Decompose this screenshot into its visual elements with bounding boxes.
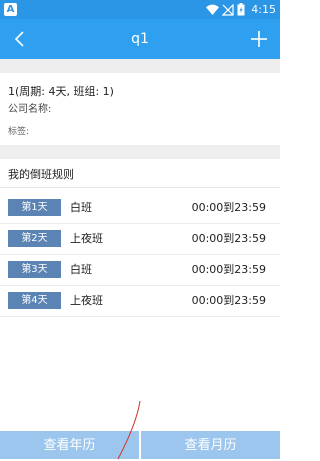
company-label: 公司名称: xyxy=(8,104,52,115)
clock-time: 4:15 xyxy=(251,3,276,16)
rule-row[interactable]: 第1天 白班 00:00到23:59 xyxy=(0,192,280,224)
bottom-bar: 查看年历 查看月历 xyxy=(0,431,280,459)
shift-time: 00:00到23:59 xyxy=(191,263,266,276)
wifi-icon xyxy=(206,4,220,15)
rule-row[interactable]: 第4天 上夜班 00:00到23:59 xyxy=(0,285,280,317)
view-year-calendar-button[interactable]: 查看年历 xyxy=(0,431,139,459)
schedule-info: 1(周期: 4天, 班组: 1) 公司名称: 标签: xyxy=(0,73,280,145)
rules-heading: 我的倒班规则 xyxy=(8,168,74,181)
shift-name: 上夜班 xyxy=(70,294,103,307)
status-icons: 4:15 xyxy=(206,1,276,18)
shift-time: 00:00到23:59 xyxy=(191,294,266,307)
shift-time: 00:00到23:59 xyxy=(191,201,266,214)
app-notification-icon: A xyxy=(4,3,17,16)
shift-name: 白班 xyxy=(70,263,92,276)
section-gap xyxy=(0,59,280,73)
schedule-summary: 1(周期: 4天, 班组: 1) xyxy=(8,85,114,98)
day-badge: 第4天 xyxy=(8,292,61,309)
rule-row[interactable]: 第3天 白班 00:00到23:59 xyxy=(0,254,280,286)
plus-icon[interactable] xyxy=(248,27,270,51)
tags-label: 标签: xyxy=(8,127,30,137)
signal-off-icon xyxy=(222,3,234,16)
divider xyxy=(0,187,280,188)
battery-icon xyxy=(237,3,245,16)
shift-name: 上夜班 xyxy=(70,232,103,245)
section-gap xyxy=(0,145,280,159)
status-bar: A 4:15 xyxy=(0,0,280,19)
day-badge: 第1天 xyxy=(8,199,61,216)
view-month-calendar-button[interactable]: 查看月历 xyxy=(141,431,280,459)
page-title: q1 xyxy=(131,31,149,47)
rule-row[interactable]: 第2天 上夜班 00:00到23:59 xyxy=(0,223,280,255)
day-badge: 第2天 xyxy=(8,230,61,247)
shift-name: 白班 xyxy=(70,201,92,214)
shift-time: 00:00到23:59 xyxy=(191,232,266,245)
app-bar: q1 xyxy=(0,19,280,59)
day-badge: 第3天 xyxy=(8,261,61,278)
